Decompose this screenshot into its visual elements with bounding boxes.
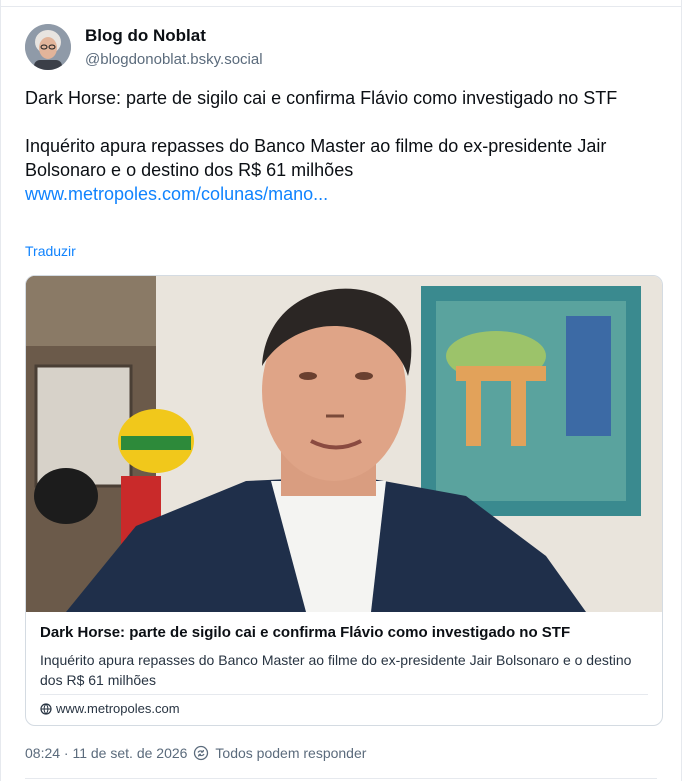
divider [1,6,681,7]
embed-thumbnail [26,276,662,612]
reply-settings-icon [193,745,209,761]
post-link[interactable]: www.metropoles.com/colunas/mano... [25,184,328,204]
post-headline: Dark Horse: parte de sigilo cai e confir… [25,88,618,108]
post-footer: 08:24 · 11 de set. de 2026 Todos podem r… [25,745,366,761]
embed-title: Dark Horse: parte de sigilo cai e confir… [40,624,571,641]
post-timestamp[interactable]: 08:24 · 11 de set. de 2026 [25,745,187,761]
translate-button[interactable]: Traduzir [25,243,76,259]
divider [40,694,648,695]
divider [25,778,657,779]
reply-settings-label[interactable]: Todos podem responder [215,745,366,761]
post-body: Dark Horse: parte de sigilo cai e confir… [25,86,655,206]
embed-domain: www.metropoles.com [40,701,180,716]
link-embed-card[interactable]: Dark Horse: parte de sigilo cai e confir… [25,275,663,726]
avatar[interactable] [25,24,71,70]
author-display-name[interactable]: Blog do Noblat [85,26,206,46]
embed-description: Inquérito apura repasses do Banco Master… [40,652,632,688]
globe-icon [40,702,52,715]
author-handle[interactable]: @blogdonoblat.bsky.social [85,51,263,68]
post-summary: Inquérito apura repasses do Banco Master… [25,136,607,180]
embed-domain-text: www.metropoles.com [56,701,180,716]
post-card: Blog do Noblat @blogdonoblat.bsky.social… [0,0,682,781]
